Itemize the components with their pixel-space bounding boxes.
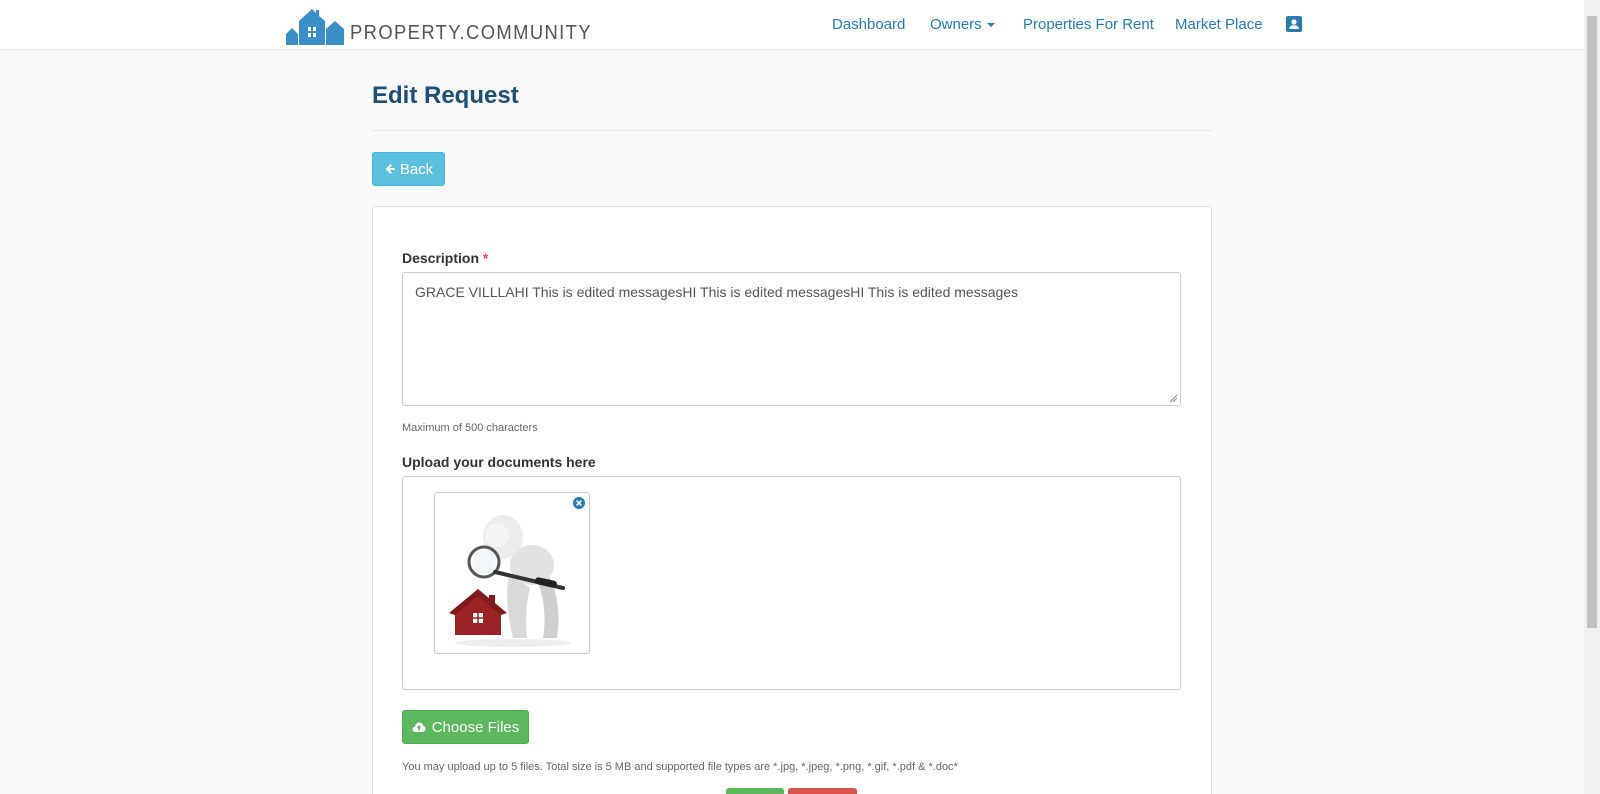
resize-grip-icon[interactable] <box>1169 394 1178 403</box>
cloud-upload-icon <box>412 722 426 732</box>
house-inspector-image <box>449 515 571 647</box>
cancel-button[interactable] <box>788 788 857 794</box>
choose-files-label: Choose Files <box>431 718 520 736</box>
scrollbar-thumb[interactable] <box>1587 16 1597 628</box>
description-label: Description * <box>402 250 488 266</box>
brand-name: PROPERTY.COMMUNITY <box>350 22 592 44</box>
nav-owners-dropdown[interactable]: Owners <box>930 16 995 33</box>
nav-dashboard[interactable]: Dashboard <box>832 16 905 33</box>
arrow-left-icon <box>385 164 395 174</box>
remove-file-icon[interactable] <box>573 497 585 509</box>
save-button[interactable] <box>726 788 784 794</box>
brand-logo-link[interactable]: PROPERTY.COMMUNITY <box>286 5 613 45</box>
description-label-text: Description <box>402 250 480 266</box>
required-mark: * <box>482 250 489 266</box>
nav-market-place[interactable]: Market Place <box>1175 16 1263 33</box>
upload-help-text: You may upload up to 5 files. Total size… <box>402 761 958 773</box>
vertical-scrollbar[interactable] <box>1584 0 1600 794</box>
page-title: Edit Request <box>372 82 519 109</box>
contact-card-icon[interactable] <box>1286 16 1302 32</box>
back-button-label: Back <box>399 160 434 178</box>
title-divider <box>372 130 1212 131</box>
uploaded-file-thumbnail[interactable] <box>434 492 590 654</box>
nav-owners-label: Owners <box>930 16 982 33</box>
caret-down-icon <box>986 23 995 28</box>
top-navbar: PROPERTY.COMMUNITY Dashboard Owners Prop… <box>0 0 1584 50</box>
description-value: GRACE VILLLAHI This is edited messagesHI… <box>415 284 1019 300</box>
back-button[interactable]: Back <box>372 152 445 186</box>
house-logo-icon <box>286 9 344 45</box>
description-help-text: Maximum of 500 characters <box>402 422 538 434</box>
choose-files-button[interactable]: Choose Files <box>402 710 529 744</box>
upload-label: Upload your documents here <box>402 454 596 470</box>
nav-properties-for-rent[interactable]: Properties For Rent <box>1023 16 1154 33</box>
description-textarea[interactable]: GRACE VILLLAHI This is edited messagesHI… <box>402 272 1181 406</box>
